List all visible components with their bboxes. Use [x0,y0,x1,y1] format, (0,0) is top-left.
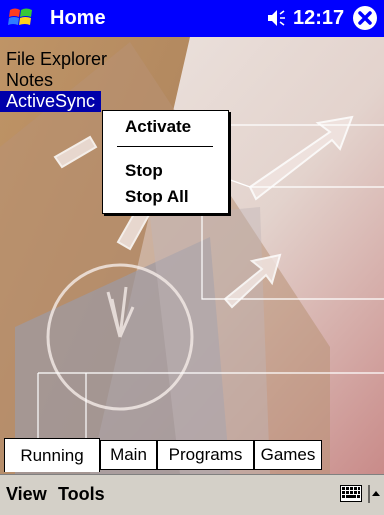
title-bar: Home 12:17 [0,0,384,37]
window-title: Home [50,7,106,29]
close-icon[interactable] [352,5,378,31]
up-arrow-icon[interactable] [368,485,382,503]
menu-view[interactable]: View [6,483,47,505]
menu-item-stop[interactable]: Stop [125,161,163,181]
tab-games[interactable]: Games [254,440,322,470]
running-programs-list: File Explorer Notes ActiveSync [0,49,113,112]
tab-programs[interactable]: Programs [157,440,254,470]
menu-tools[interactable]: Tools [58,483,105,505]
tab-strip: Running Main Programs Games [0,436,384,474]
list-item[interactable]: File Explorer [0,49,113,70]
keyboard-icon[interactable] [340,485,362,502]
list-item[interactable]: Notes [0,70,113,91]
desktop-area: File Explorer Notes ActiveSync Activate … [0,37,384,474]
clock[interactable]: 12:17 [293,7,344,29]
menu-item-activate[interactable]: Activate [125,117,191,137]
tab-running[interactable]: Running [4,438,100,472]
context-menu: Activate Stop Stop All [102,110,229,214]
tab-main[interactable]: Main [100,440,157,470]
menu-item-stop-all[interactable]: Stop All [125,187,189,207]
speaker-icon[interactable] [262,7,288,29]
menu-bar: View Tools [0,474,384,515]
start-windows-logo-icon[interactable] [6,4,36,33]
list-item-selected[interactable]: ActiveSync [0,91,102,112]
menu-separator [117,146,213,147]
